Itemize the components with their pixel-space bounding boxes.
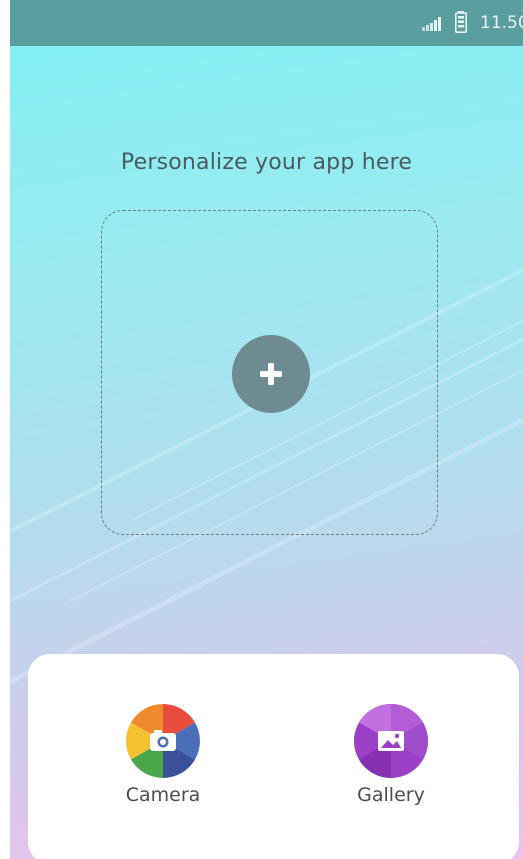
gallery-option[interactable]: Gallery	[331, 704, 451, 814]
gallery-icon	[354, 704, 428, 778]
image-drop-area[interactable]	[101, 210, 438, 535]
battery-icon	[455, 11, 467, 33]
gallery-label: Gallery	[357, 784, 425, 806]
signal-icon	[422, 17, 441, 31]
plus-icon	[260, 363, 282, 385]
add-image-button[interactable]	[232, 335, 310, 413]
image-source-sheet: Camera Gallery	[28, 654, 519, 859]
app-screen: 11.50 Personalize your app here	[10, 0, 523, 859]
page-title: Personalize your app here	[120, 150, 413, 175]
camera-icon	[126, 704, 200, 778]
status-bar: 11.50	[10, 0, 523, 46]
camera-option[interactable]: Camera	[103, 704, 223, 814]
camera-label: Camera	[125, 784, 201, 806]
status-time: 11.50	[480, 13, 523, 33]
